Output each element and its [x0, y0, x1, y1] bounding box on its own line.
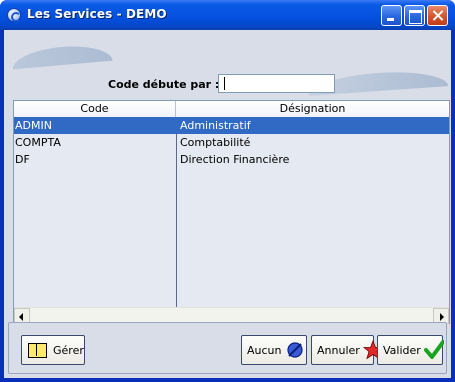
book-icon [27, 340, 47, 360]
code-filter-input[interactable] [218, 74, 335, 93]
app-icon[interactable] [7, 8, 21, 22]
valider-label: Valider [383, 343, 421, 357]
close-button[interactable] [427, 5, 448, 26]
cell-code: COMPTA [15, 136, 61, 149]
window: Les Services - DEMO Code débute par : Co… [0, 0, 455, 382]
decorative-swoosh [11, 42, 113, 70]
minimize-button[interactable] [381, 5, 402, 26]
aucun-button[interactable]: Aucun [241, 335, 307, 365]
window-title: Les Services - DEMO [27, 7, 167, 21]
checkmark-icon [423, 340, 445, 360]
table-body: ADMIN Administratif COMPTA Comptabilité … [14, 117, 449, 307]
table-row[interactable]: COMPTA Comptabilité [14, 134, 449, 151]
title-bar[interactable]: Les Services - DEMO [0, 0, 455, 30]
column-header-designation[interactable]: Désignation [176, 101, 449, 117]
text-caret [224, 77, 225, 90]
no-entry-icon [285, 340, 305, 360]
valider-button[interactable]: Valider [377, 335, 445, 365]
cell-designation: Direction Financière [180, 153, 290, 166]
cell-designation: Comptabilité [180, 136, 251, 149]
content-panel: Code débute par : Code Désignation ADMIN… [8, 35, 450, 324]
button-bar: Gérer Aucun Annuler Valider [8, 322, 447, 374]
horizontal-scrollbar[interactable] [14, 307, 449, 324]
column-header-code[interactable]: Code [14, 101, 176, 117]
table-row[interactable]: DF Direction Financière [14, 151, 449, 168]
maximize-button[interactable] [404, 5, 425, 26]
cell-code: DF [15, 153, 30, 166]
services-table[interactable]: Code Désignation ADMIN Administratif COM… [13, 100, 450, 324]
aucun-label: Aucun [247, 343, 282, 357]
gerer-button[interactable]: Gérer [21, 335, 85, 365]
filter-label: Code débute par : [108, 78, 220, 91]
gerer-label: Gérer [53, 343, 84, 357]
cell-code: ADMIN [15, 119, 52, 132]
table-header: Code Désignation [14, 101, 449, 117]
client-area: Code débute par : Code Désignation ADMIN… [4, 30, 451, 378]
cell-designation: Administratif [180, 119, 251, 132]
annuler-label: Annuler [317, 343, 360, 357]
table-row[interactable]: ADMIN Administratif [14, 117, 449, 134]
annuler-button[interactable]: Annuler [311, 335, 383, 365]
